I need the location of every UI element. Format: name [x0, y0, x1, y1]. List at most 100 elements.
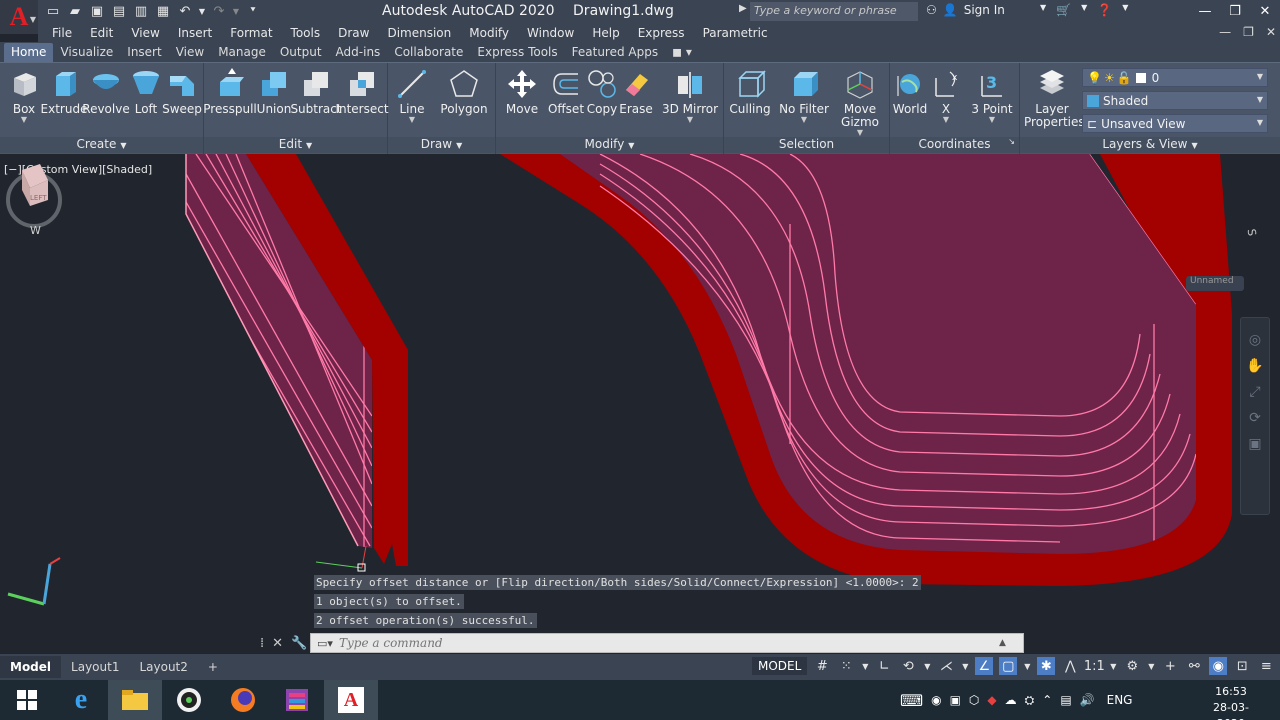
- help-dropdown-icon[interactable]: ▼: [1122, 3, 1128, 17]
- history-up-icon[interactable]: ▲: [999, 638, 1006, 648]
- tab-insert[interactable]: Insert: [120, 43, 168, 62]
- layer-properties-button[interactable]: Layer Properties: [1022, 67, 1085, 129]
- help-icon[interactable]: ❓: [1097, 3, 1112, 17]
- media-app-icon[interactable]: [162, 680, 216, 720]
- 3d-mirror-button[interactable]: 3D Mirror ▼: [662, 67, 718, 124]
- units-icon[interactable]: ⚯: [1185, 657, 1203, 675]
- tab-visualize[interactable]: Visualize: [53, 43, 120, 62]
- tab-express-tools[interactable]: Express Tools: [470, 43, 564, 62]
- volume-icon[interactable]: 🔊: [1080, 693, 1095, 707]
- x-button[interactable]: x X ▼: [922, 67, 970, 124]
- subtract-button[interactable]: Subtract: [290, 67, 342, 116]
- menu-format[interactable]: Format: [230, 26, 282, 40]
- tab-model[interactable]: Model: [0, 656, 62, 678]
- cart-icon[interactable]: 🛒: [1056, 3, 1071, 17]
- cart-dropdown-icon[interactable]: ▼: [1081, 3, 1087, 17]
- polygon-button[interactable]: Polygon: [440, 67, 488, 116]
- tab-collaborate[interactable]: Collaborate: [387, 43, 470, 62]
- menu-view[interactable]: View: [131, 26, 169, 40]
- workspace-dropdown-icon[interactable]: ▼: [1147, 657, 1155, 675]
- menu-express[interactable]: Express: [638, 26, 695, 40]
- internet-explorer-icon[interactable]: e: [54, 680, 108, 720]
- object-snap-dropdown-icon[interactable]: ▼: [1023, 657, 1031, 675]
- visual-style-dropdown[interactable]: Shaded ▼: [1082, 91, 1268, 110]
- showmotion-icon[interactable]: ▣: [1248, 436, 1261, 452]
- save-icon[interactable]: ▣: [88, 2, 106, 20]
- file-explorer-icon[interactable]: [108, 680, 162, 720]
- taskbar-clock[interactable]: 16:53 28-03-2020: [1200, 684, 1262, 720]
- viewcube[interactable]: LEFT S W: [0, 154, 62, 254]
- named-view-dropdown[interactable]: ⊏ Unsaved View ▼: [1082, 114, 1268, 133]
- presspull-button[interactable]: Presspull: [203, 67, 257, 116]
- close-icon[interactable]: ✕: [272, 636, 283, 651]
- culling-button[interactable]: Culling: [726, 67, 774, 116]
- object-snap-tracking-icon[interactable]: ∠: [975, 657, 994, 675]
- extrude-button[interactable]: Extrude: [40, 67, 88, 116]
- tray-app-icon[interactable]: ◉: [931, 693, 941, 707]
- redo-dropdown-icon[interactable]: ▼: [232, 2, 240, 20]
- customize-wrench-icon[interactable]: 🔧: [291, 636, 307, 651]
- orbit-icon[interactable]: ⟳: [1249, 410, 1261, 426]
- pan-hand-icon[interactable]: ✋: [1246, 358, 1263, 374]
- move-button[interactable]: Move: [498, 67, 546, 116]
- annotation-visibility-icon[interactable]: ✱: [1037, 657, 1056, 675]
- restore-icon[interactable]: ❐: [1220, 0, 1250, 22]
- tab-layout2[interactable]: Layout2: [129, 656, 197, 678]
- erase-button[interactable]: Erase: [612, 67, 660, 116]
- winrar-icon[interactable]: [270, 680, 324, 720]
- search-expand-icon[interactable]: ▶: [739, 3, 747, 14]
- tab-manage[interactable]: Manage: [211, 43, 273, 62]
- steering-wheel-icon[interactable]: ◎: [1249, 332, 1261, 348]
- tab-output[interactable]: Output: [273, 43, 329, 62]
- tab-featured-apps[interactable]: Featured Apps: [565, 43, 665, 62]
- doc-minimize-icon[interactable]: —: [1219, 25, 1231, 39]
- customization-icon[interactable]: ≡: [1257, 657, 1275, 675]
- windows-start-icon[interactable]: [0, 680, 54, 720]
- tray-app-icon[interactable]: ⬡: [969, 693, 979, 707]
- layers-view-panel-label[interactable]: Layers & View ▼: [1020, 137, 1280, 153]
- onedrive-icon[interactable]: ☁: [1005, 693, 1017, 707]
- chevron-up-icon[interactable]: ⌃: [1042, 693, 1052, 707]
- sign-in-area[interactable]: ⚇ 👤 Sign In: [926, 3, 1005, 17]
- clean-screen-icon[interactable]: ⊡: [1233, 657, 1251, 675]
- minimize-icon[interactable]: —: [1190, 0, 1220, 22]
- create-panel-label[interactable]: Create ▼: [0, 137, 203, 153]
- autocad-taskbar-icon[interactable]: A: [324, 680, 378, 720]
- ortho-icon[interactable]: ∟: [875, 657, 893, 675]
- annotation-monitor-icon[interactable]: +: [1161, 657, 1179, 675]
- firefox-icon[interactable]: [216, 680, 270, 720]
- menu-dimension[interactable]: Dimension: [387, 26, 461, 40]
- sign-in-label[interactable]: Sign In: [964, 3, 1005, 17]
- zoom-extents-icon[interactable]: ⤢: [1249, 384, 1260, 400]
- isodraft-dropdown-icon[interactable]: ▼: [961, 657, 969, 675]
- tab-view[interactable]: View: [169, 43, 211, 62]
- 3-point-button[interactable]: 3 3 Point ▼: [966, 67, 1018, 124]
- sign-in-dropdown-icon[interactable]: ▼: [1040, 3, 1046, 17]
- menu-draw[interactable]: Draw: [338, 26, 379, 40]
- isolate-objects-icon[interactable]: ◉: [1209, 657, 1228, 675]
- menu-file[interactable]: File: [52, 26, 82, 40]
- command-input[interactable]: [339, 636, 999, 650]
- intersect-button[interactable]: Intersect: [335, 67, 389, 116]
- binoculars-icon[interactable]: ⚇: [926, 3, 937, 17]
- auto-scale-icon[interactable]: ⋀: [1061, 657, 1079, 675]
- polar-dropdown-icon[interactable]: ▼: [923, 657, 931, 675]
- tray-app-icon[interactable]: ◆: [987, 693, 996, 707]
- drag-handle-icon[interactable]: ⁞: [260, 636, 264, 651]
- grid-icon[interactable]: #: [813, 657, 831, 675]
- undo-dropdown-icon[interactable]: ▼: [198, 2, 206, 20]
- ribbon-display-toggle-icon[interactable]: ◼ ▾: [665, 43, 699, 62]
- workspace-gear-icon[interactable]: ⚙: [1123, 657, 1141, 675]
- edit-panel-label[interactable]: Edit ▼: [204, 137, 387, 153]
- annotation-scale[interactable]: 1:1: [1084, 657, 1105, 675]
- tab-layout1[interactable]: Layout1: [61, 656, 129, 678]
- tab-add-ins[interactable]: Add-ins: [329, 43, 388, 62]
- sweep-button[interactable]: Sweep: [158, 67, 206, 116]
- menu-insert[interactable]: Insert: [178, 26, 222, 40]
- ucs-menu[interactable]: Unnamed: [1186, 276, 1244, 291]
- undo-icon[interactable]: ↶: [176, 2, 194, 20]
- open-folder-icon[interactable]: ▰: [66, 2, 84, 20]
- menu-help[interactable]: Help: [592, 26, 629, 40]
- line-button[interactable]: Line ▼: [388, 67, 436, 124]
- application-menu-button[interactable]: A ▼: [0, 0, 38, 34]
